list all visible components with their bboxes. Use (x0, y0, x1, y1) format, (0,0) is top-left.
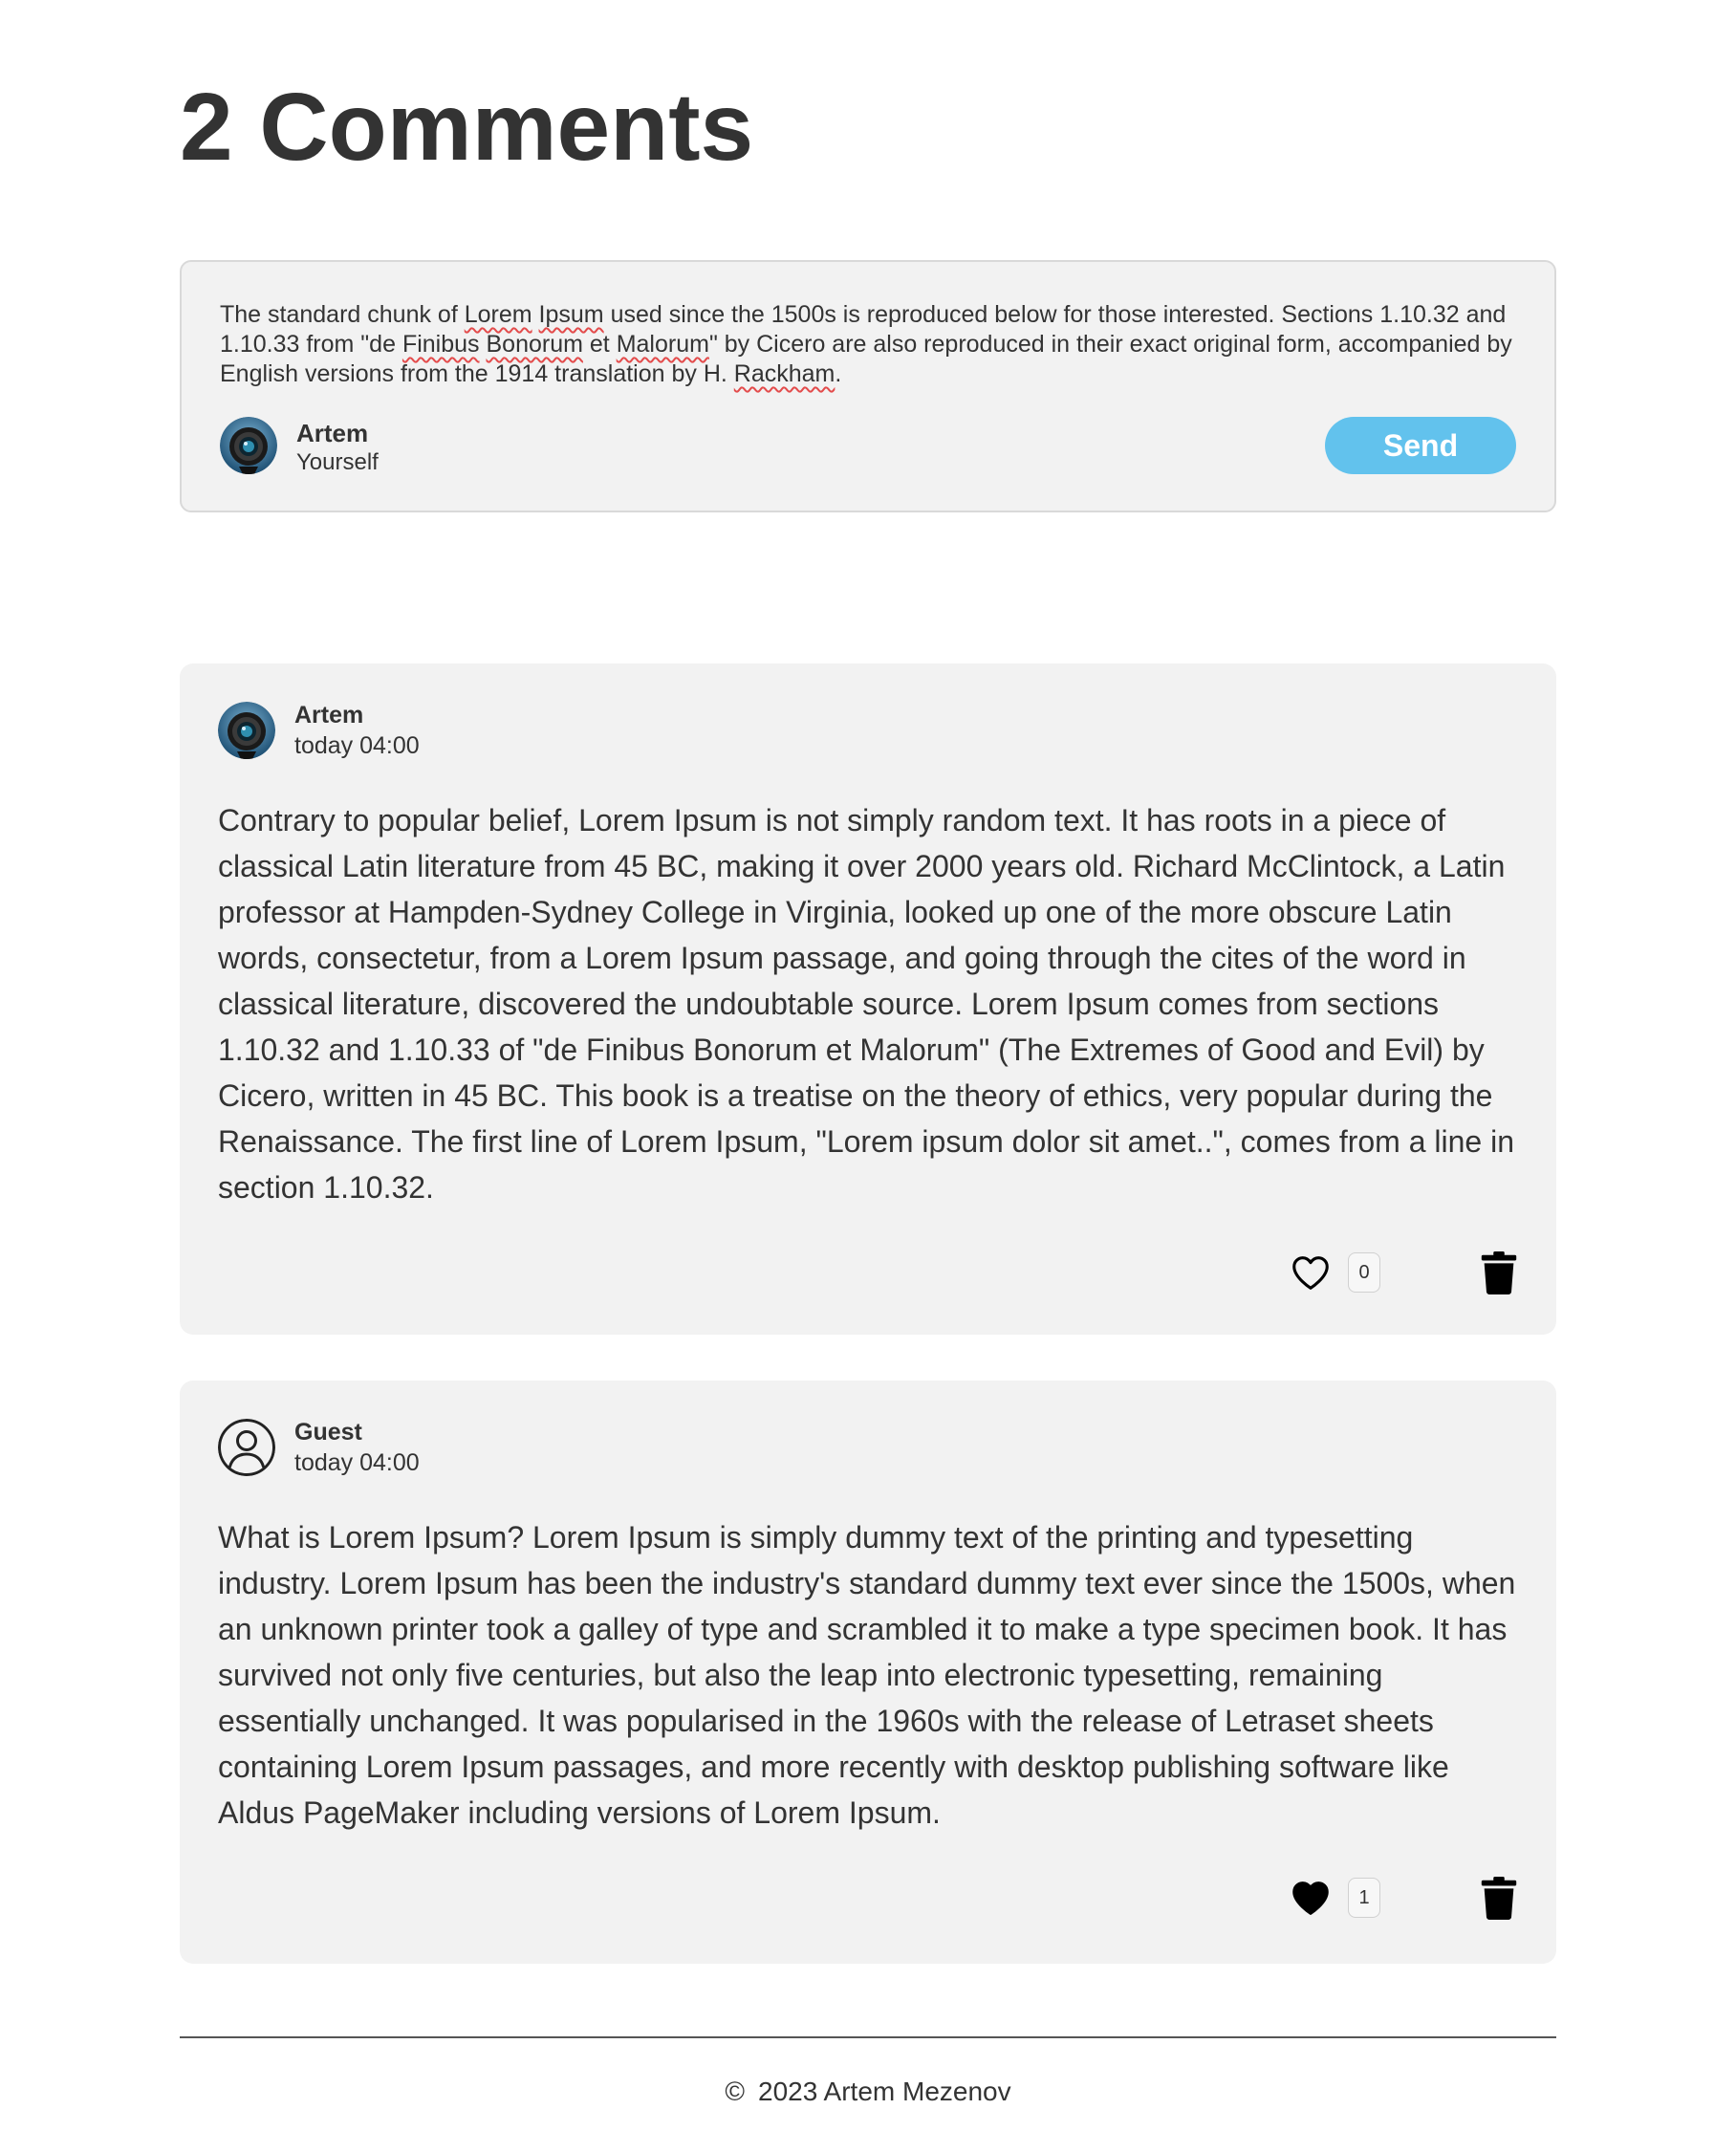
comment-text: Contrary to popular belief, Lorem Ipsum … (218, 803, 1514, 1205)
heart-filled-icon[interactable] (1289, 1876, 1333, 1920)
trash-icon[interactable] (1480, 1876, 1518, 1920)
heart-outline-icon[interactable] (1289, 1250, 1333, 1294)
camera-lens-avatar (220, 417, 277, 474)
comment-text: What is Lorem Ipsum? Lorem Ipsum is simp… (218, 1520, 1516, 1830)
comment-actions: 0 (1289, 1250, 1518, 1298)
footer-text: 2023 Artem Mezenov (758, 2077, 1011, 2106)
user-circle-icon (218, 1419, 275, 1476)
comment-author: Artem (294, 702, 364, 729)
misspelled-word: Finibus (401, 331, 480, 358)
composer-user-name: Artem (296, 419, 369, 447)
comments-heading: 2 Comments (180, 74, 754, 181)
composer-text-part: et (582, 331, 617, 358)
like-count: 0 (1348, 1252, 1380, 1293)
comment-time: today 04:00 (294, 1449, 420, 1476)
footer-divider (180, 2036, 1556, 2038)
trash-icon[interactable] (1480, 1250, 1518, 1294)
composer-text-part: . (835, 360, 842, 387)
send-button[interactable]: Send (1325, 417, 1516, 474)
composer-user-subtitle: Yourself (296, 449, 379, 475)
composer-textarea[interactable]: The standard chunk of Lorem Ipsum used s… (220, 300, 1520, 389)
misspelled-word: Ipsum (538, 301, 604, 328)
composer-text-part (532, 301, 539, 328)
footer: © 2023 Artem Mezenov (180, 2077, 1556, 2107)
comment-time: today 04:00 (294, 732, 420, 759)
like-count: 1 (1348, 1878, 1380, 1918)
comment-actions: 1 (1289, 1876, 1518, 1924)
misspelled-word: Bonorum (486, 331, 583, 358)
comment-card: Guest today 04:00 What is Lorem Ipsum? L… (180, 1381, 1556, 1964)
misspelled-word: Malorum (616, 331, 709, 358)
comment-header: Guest today 04:00 (218, 1419, 696, 1480)
comment-header: Artem today 04:00 (218, 702, 696, 763)
misspelled-word: Rackham (733, 360, 835, 387)
copyright-symbol: © (725, 2077, 746, 2106)
composer-text-part: The standard chunk of (220, 301, 465, 328)
comment-composer: The standard chunk of Lorem Ipsum used s… (180, 260, 1556, 512)
comment-card: Artem today 04:00 Contrary to popular be… (180, 663, 1556, 1335)
comment-author: Guest (294, 1419, 362, 1446)
camera-lens-avatar (218, 702, 275, 759)
misspelled-word: Lorem (464, 301, 532, 328)
